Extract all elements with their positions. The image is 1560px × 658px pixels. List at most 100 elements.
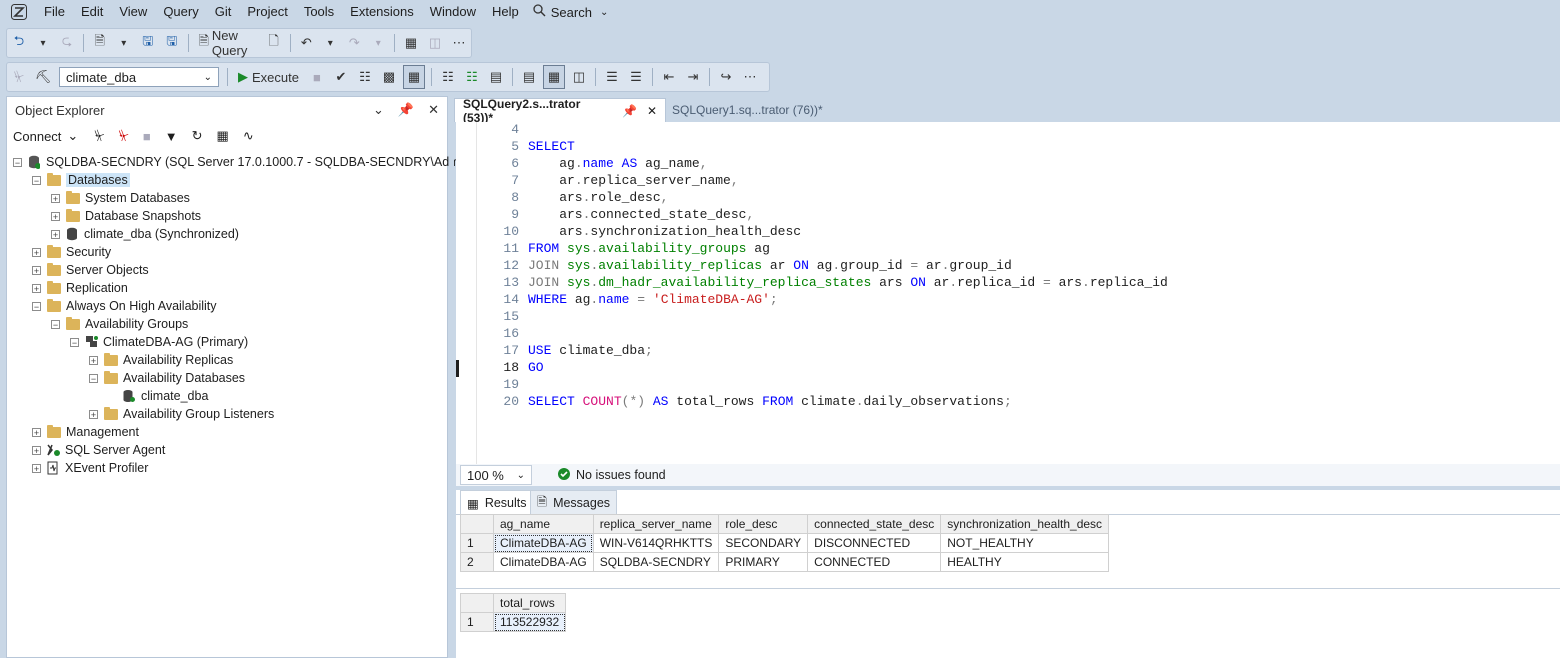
column-header[interactable]: replica_server_name [592,514,720,534]
tree-node-availability-groups[interactable]: − Availability Groups [51,315,188,333]
expand-icon[interactable]: + [51,229,60,239]
table-cell[interactable]: NOT_HEALTHY [940,533,1110,553]
tree-node-xevent[interactable]: + XEvent Profiler [32,459,148,477]
panel-splitter[interactable] [450,96,454,658]
activity-icon[interactable]: ∿ [243,128,254,144]
zoom-select[interactable]: 100 % ⌄ [460,465,532,485]
table-cell[interactable]: DISCONNECTED [807,533,942,553]
tree-node-security[interactable]: + Security [32,243,111,261]
more-options-icon[interactable]: ⋯ [740,66,760,88]
pin-icon[interactable]: 📌 [622,104,637,118]
tree-node-always-on[interactable]: − Always On High Availability [32,297,217,315]
collapse-icon[interactable]: − [32,175,41,185]
client-stats-icon[interactable]: ▤ [486,66,506,88]
row-number[interactable]: 1 [460,533,494,553]
connect-plug-icon[interactable]: ⏧ [94,128,104,144]
expand-icon[interactable]: + [89,409,98,419]
tree-node-databases[interactable]: − Databases [32,171,130,189]
chevron-down-icon[interactable]: ⌄ [373,102,384,118]
grid-splitter[interactable] [456,588,1560,589]
table-cell[interactable]: HEALTHY [940,552,1110,572]
tab-results[interactable]: ▦ Results [460,490,534,515]
stop-icon[interactable]: ■ [143,129,151,144]
table-cell[interactable]: ClimateDBA-AG [493,533,594,553]
menu-edit[interactable]: Edit [73,0,111,24]
filter-icon[interactable]: ▼ [165,129,178,144]
decrease-indent-icon[interactable]: ⇤ [659,66,679,88]
tree-node-server[interactable]: − SQLDBA-SECNDRY (SQL Server 17.0.1000.7… [13,153,496,171]
stop-icon[interactable]: ■ [307,66,327,88]
new-query-button[interactable]: 🗎 New Query [194,28,259,58]
uncomment-icon[interactable]: ☰ [626,66,646,88]
connect-plug-icon[interactable]: ⏧ [9,66,29,88]
results-to-text-icon[interactable]: ▤ [519,66,539,88]
back-icon[interactable]: ⮌ [9,32,29,54]
results-grid-1[interactable]: ag_name replica_server_name role_desc co… [460,514,1110,572]
column-header[interactable]: total_rows [492,593,567,613]
live-stats-icon[interactable]: ☷ [462,66,482,88]
redo-icon[interactable]: ↷ [344,32,364,54]
tree-node-ag-primary[interactable]: − ClimateDBA-AG (Primary) [70,333,248,351]
tab-messages[interactable]: 🗎 Messages [530,490,618,516]
tree-node-database-snapshots[interactable]: + Database Snapshots [51,207,201,225]
tab-sqlquery1[interactable]: SQLQuery1.sq...trator (76))* [672,98,823,122]
table-cell[interactable]: ClimateDBA-AG [493,552,594,572]
expand-icon[interactable]: + [51,193,60,203]
database-select[interactable]: climate_dba ⌄ [59,67,219,87]
connect-button[interactable]: Connect ⌄ [13,128,78,144]
menu-help[interactable]: Help [484,0,527,24]
new-file-icon[interactable]: 🗎 [90,32,110,54]
menu-extensions[interactable]: Extensions [342,0,422,24]
close-icon[interactable]: ✕ [428,102,439,118]
tree-node-sql-agent[interactable]: + SQL Server Agent [32,441,165,459]
increase-indent-icon[interactable]: ⇥ [683,66,703,88]
expand-icon[interactable]: + [32,445,41,455]
undo-icon[interactable]: ↶ [296,32,316,54]
expand-icon[interactable]: + [51,211,60,221]
disconnect-icon[interactable]: ⏧ [119,128,129,144]
column-header[interactable]: connected_state_desc [807,514,942,534]
parse-check-icon[interactable]: ✔ [331,66,351,88]
table-cell[interactable]: 113522932 [492,612,567,632]
expand-icon[interactable]: + [89,355,98,365]
pin-icon[interactable]: 📌 [398,102,414,118]
intellisense-icon[interactable]: ▦ [402,65,425,89]
chevron-down-icon[interactable]: ▾ [320,32,340,54]
activity-monitor-icon[interactable]: ▦ [401,32,421,54]
tab-sqlquery2[interactable]: SQLQuery2.s...trator (53))* 📌 ✕ [454,97,666,125]
expand-icon[interactable]: + [32,427,41,437]
tree-node-management[interactable]: + Management [32,423,139,441]
row-number[interactable]: 2 [460,552,494,572]
chevron-down-icon[interactable]: ▾ [114,32,134,54]
refresh-icon[interactable]: ↻ [192,128,203,144]
table-cell[interactable]: PRIMARY [718,552,809,572]
script-icon[interactable]: 🗋 [264,32,284,54]
tree-node-availability-replicas[interactable]: + Availability Replicas [89,351,233,369]
collapse-icon[interactable]: − [51,319,60,329]
collapse-icon[interactable]: − [70,337,79,347]
comment-icon[interactable]: ☰ [602,66,622,88]
schema-icon[interactable]: ▦ [217,128,229,144]
query-editor[interactable]: 4 5 6 7 8 9 10 11 12 13 14 15 16 17 18 1… [456,122,1560,464]
collapse-icon[interactable]: − [89,373,98,383]
menu-view[interactable]: View [111,0,155,24]
search-menu[interactable]: Search ⌄ [527,4,615,20]
table-cell[interactable]: WIN-V614QRHKTTS [592,533,720,553]
row-number[interactable]: 1 [460,612,494,632]
results-to-grid-icon[interactable]: ▦ [542,65,565,89]
change-connection-icon[interactable]: ⛏ [33,66,53,88]
menu-tools[interactable]: Tools [296,0,342,24]
tree-node-ag-database[interactable]: climate_dba [123,387,208,405]
column-header[interactable]: role_desc [718,514,809,534]
tree-node-system-databases[interactable]: + System Databases [51,189,190,207]
save-icon[interactable]: 🖫 [138,32,158,54]
collapse-icon[interactable]: − [32,301,41,311]
more-options-icon[interactable]: ⋯ [449,32,469,54]
expand-icon[interactable]: + [32,247,41,257]
query-designer-icon[interactable]: ▩ [379,66,399,88]
menu-project[interactable]: Project [239,0,295,24]
actual-plan-icon[interactable]: ☷ [438,66,458,88]
column-header[interactable]: synchronization_health_desc [940,514,1110,534]
expand-icon[interactable]: + [32,283,41,293]
tree-node-server-objects[interactable]: + Server Objects [32,261,149,279]
